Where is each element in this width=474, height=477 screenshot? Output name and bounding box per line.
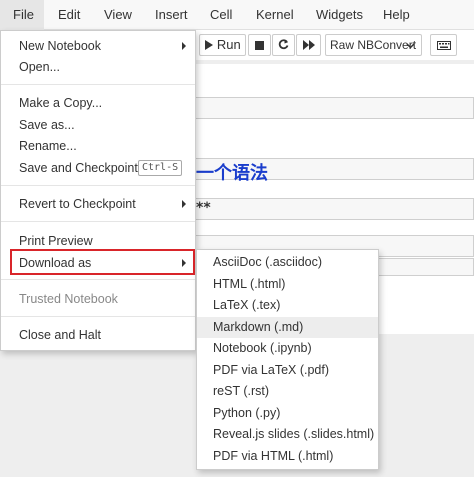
cell-type-select[interactable]: Raw NBConvert bbox=[325, 34, 422, 56]
file-menu-dropdown: New Notebook Open... Make a Copy... Save… bbox=[0, 30, 196, 351]
menu-item-trusted-notebook: Trusted Notebook bbox=[1, 288, 195, 310]
menu-divider bbox=[1, 316, 195, 317]
download-asciidoc[interactable]: AsciiDoc (.asciidoc) bbox=[197, 252, 378, 273]
chevron-right-icon bbox=[182, 200, 186, 208]
download-rest[interactable]: reST (.rst) bbox=[197, 381, 378, 402]
chevron-down-icon bbox=[406, 43, 415, 49]
menu-cell[interactable]: Cell bbox=[210, 0, 232, 30]
run-button[interactable]: Run bbox=[199, 34, 246, 56]
menu-item-save-as[interactable]: Save as... bbox=[1, 114, 195, 136]
menu-item-new-notebook[interactable]: New Notebook bbox=[1, 35, 195, 57]
command-palette-button[interactable] bbox=[430, 34, 457, 56]
cell-markdown-text: ** bbox=[196, 200, 211, 216]
stop-icon bbox=[255, 41, 264, 50]
download-as-submenu: AsciiDoc (.asciidoc) HTML (.html) LaTeX … bbox=[196, 249, 379, 470]
menu-item-label: Open... bbox=[19, 60, 60, 74]
download-notebook[interactable]: Notebook (.ipynb) bbox=[197, 338, 378, 359]
download-pdf-html[interactable]: PDF via HTML (.html) bbox=[197, 446, 378, 467]
menu-file[interactable]: File bbox=[0, 0, 44, 30]
download-reveal-slides[interactable]: Reveal.js slides (.slides.html) bbox=[197, 424, 378, 445]
download-as-highlight bbox=[10, 249, 195, 275]
menu-widgets[interactable]: Widgets bbox=[316, 0, 363, 30]
menu-item-rename[interactable]: Rename... bbox=[1, 135, 195, 157]
download-python[interactable]: Python (.py) bbox=[197, 403, 378, 424]
menu-item-label: Close and Halt bbox=[19, 328, 101, 342]
menubar: File Edit View Insert Cell Kernel Widget… bbox=[0, 0, 474, 30]
menu-item-revert-checkpoint[interactable]: Revert to Checkpoint bbox=[1, 193, 195, 215]
chevron-right-icon bbox=[182, 42, 186, 50]
cell-heading: 一个语法 bbox=[196, 163, 268, 183]
menu-item-label: Save as... bbox=[19, 118, 75, 132]
menu-divider bbox=[1, 185, 195, 186]
restart-run-all-button[interactable] bbox=[296, 34, 321, 56]
download-latex[interactable]: LaTeX (.tex) bbox=[197, 295, 378, 316]
menu-kernel[interactable]: Kernel bbox=[256, 0, 294, 30]
menu-divider bbox=[1, 84, 195, 85]
menu-item-label: Rename... bbox=[19, 139, 77, 153]
menu-item-close-halt[interactable]: Close and Halt bbox=[1, 324, 195, 346]
menu-item-label: Make a Copy... bbox=[19, 96, 103, 110]
menu-item-save-checkpoint[interactable]: Save and Checkpoint Ctrl-S bbox=[1, 157, 195, 179]
run-label: Run bbox=[216, 37, 241, 52]
restart-button[interactable] bbox=[272, 34, 295, 56]
download-markdown[interactable]: Markdown (.md) bbox=[197, 317, 378, 338]
play-icon bbox=[205, 40, 214, 50]
menu-item-make-copy[interactable]: Make a Copy... bbox=[1, 92, 195, 114]
menu-item-label: Print Preview bbox=[19, 234, 93, 248]
cell-type-value: Raw NBConvert bbox=[330, 38, 417, 52]
menu-item-label: Trusted Notebook bbox=[19, 292, 118, 306]
fast-forward-icon bbox=[302, 40, 315, 50]
menu-item-label: Save and Checkpoint bbox=[19, 161, 138, 175]
interrupt-button[interactable] bbox=[248, 34, 271, 56]
menu-item-open[interactable]: Open... bbox=[1, 56, 195, 78]
restart-icon bbox=[278, 39, 289, 50]
download-pdf-latex[interactable]: PDF via LaTeX (.pdf) bbox=[197, 360, 378, 381]
menu-edit[interactable]: Edit bbox=[58, 0, 80, 30]
menu-divider bbox=[1, 279, 195, 280]
menu-item-label: New Notebook bbox=[19, 39, 101, 53]
menu-insert[interactable]: Insert bbox=[155, 0, 188, 30]
menu-item-label: Revert to Checkpoint bbox=[19, 197, 136, 211]
menu-help[interactable]: Help bbox=[383, 0, 410, 30]
download-html[interactable]: HTML (.html) bbox=[197, 274, 378, 295]
keyboard-icon bbox=[436, 41, 451, 50]
menu-divider bbox=[1, 221, 195, 222]
menu-view[interactable]: View bbox=[104, 0, 132, 30]
keyboard-shortcut: Ctrl-S bbox=[138, 160, 183, 176]
